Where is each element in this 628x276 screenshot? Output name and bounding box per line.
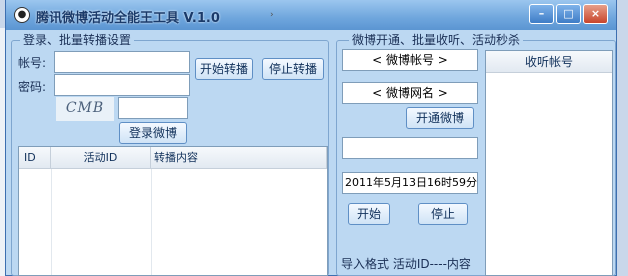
start-repost-button[interactable]: 开始转播	[195, 58, 253, 80]
app-icon: ●	[14, 7, 30, 23]
listen-account-list[interactable]: 收听帐号	[485, 50, 613, 276]
weibo-extra-input[interactable]	[342, 137, 478, 159]
column-header-activity-id[interactable]: 活动ID	[51, 147, 151, 169]
minimize-button[interactable]: –	[529, 4, 554, 24]
weibo-group-legend: 微博开通、批量收听、活动秒杀	[349, 31, 524, 48]
maximize-button[interactable]: □	[556, 4, 581, 24]
account-input[interactable]	[54, 51, 190, 73]
close-button[interactable]: ×	[583, 4, 608, 24]
title-bar[interactable]: ● 腾讯微博活动全能王工具 V.1.0 › – □ ×	[6, 0, 616, 30]
import-format-label: 导入格式 活动ID----内容	[341, 257, 471, 271]
column-header-repost-content[interactable]: 转播内容	[151, 147, 327, 169]
stop-button[interactable]: 停止	[418, 203, 468, 225]
start-button[interactable]: 开始	[348, 203, 390, 225]
login-group-legend: 登录、批量转播设置	[20, 31, 135, 48]
app-window: ● 腾讯微博活动全能王工具 V.1.0 › – □ × 登录、批量转播设置 帐号…	[5, 0, 617, 276]
password-label: 密码:	[18, 80, 47, 94]
password-input[interactable]	[54, 74, 190, 96]
weibo-account-field[interactable]: < 微博帐号 >	[342, 49, 478, 71]
window-title: 腾讯微博活动全能王工具 V.1.0	[36, 11, 220, 26]
column-divider	[151, 169, 152, 275]
captcha-image: CMB	[56, 97, 114, 121]
captcha-input[interactable]	[118, 97, 188, 119]
account-label: 帐号:	[18, 56, 47, 70]
title-arrow-icon: ›	[270, 10, 274, 20]
datetime-picker[interactable]: 2011年5月13日16时59分5	[342, 172, 478, 194]
column-header-id[interactable]: ID	[19, 147, 51, 169]
weibo-nickname-field[interactable]: < 微博网名 >	[342, 82, 478, 104]
stop-repost-button[interactable]: 停止转播	[262, 58, 324, 80]
login-button[interactable]: 登录微博	[119, 122, 187, 144]
column-header-listen-account[interactable]: 收听帐号	[486, 51, 612, 73]
repost-table[interactable]: ID 活动ID 转播内容	[18, 146, 328, 276]
open-weibo-button[interactable]: 开通微博	[406, 107, 474, 129]
column-divider	[51, 169, 52, 275]
